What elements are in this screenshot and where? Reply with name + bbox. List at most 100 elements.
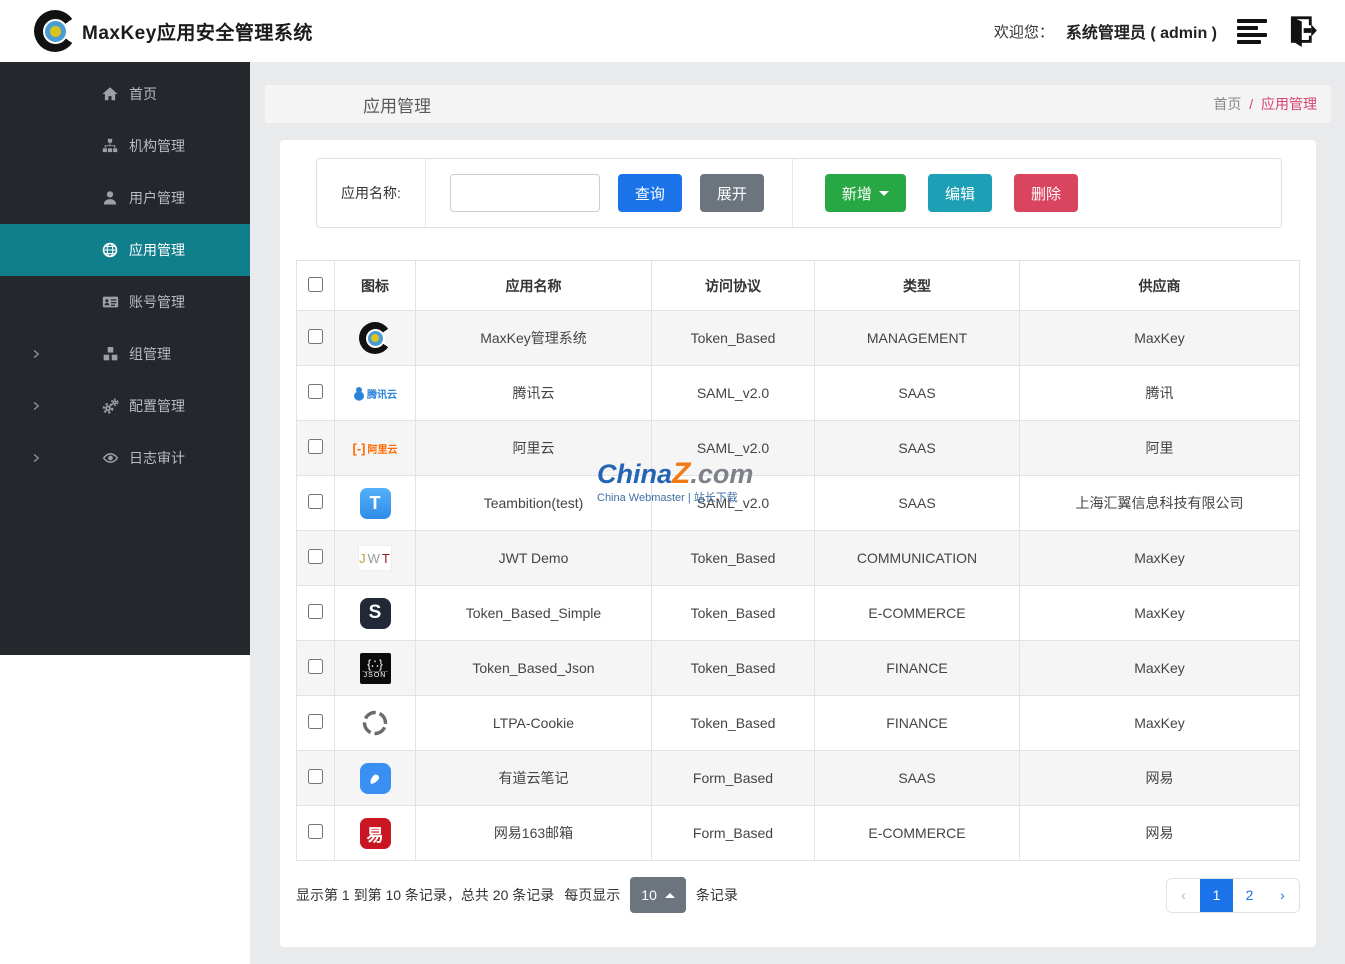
app-name: LTPA-Cookie <box>416 696 652 751</box>
app-protocol: Form_Based <box>652 751 815 806</box>
edit-button[interactable]: 编辑 <box>928 174 992 212</box>
brand: MaxKey应用安全管理系统 <box>34 10 313 52</box>
app-vendor: 阿里 <box>1020 421 1300 476</box>
app-name: Teambition(test) <box>416 476 652 531</box>
sidebar-item-label: 组管理 <box>129 344 171 364</box>
pagination-next[interactable]: › <box>1266 879 1299 912</box>
sidebar-item-config[interactable]: 配置管理 <box>0 380 250 432</box>
per-page-dropdown[interactable]: 10 <box>630 877 686 913</box>
table-row[interactable]: {∴}JSON Token_Based_Json Token_Based FIN… <box>297 641 1300 696</box>
app-vendor: 网易 <box>1020 806 1300 861</box>
table-row[interactable]: JWT JWT Demo Token_Based COMMUNICATION M… <box>297 531 1300 586</box>
sidebar-item-apps[interactable]: 应用管理 <box>0 224 250 276</box>
menu-list-icon[interactable] <box>1237 19 1267 44</box>
app-protocol: SAML_v2.0 <box>652 366 815 421</box>
table-row[interactable]: 腾讯云 腾讯云 SAML_v2.0 SAAS 腾讯 <box>297 366 1300 421</box>
expand-button[interactable]: 展开 <box>700 174 764 212</box>
add-button[interactable]: 新增 <box>825 174 906 212</box>
row-checkbox[interactable] <box>308 659 323 674</box>
breadcrumb-current: 应用管理 <box>1261 96 1317 112</box>
pagination-page-1[interactable]: 1 <box>1200 879 1233 912</box>
app-vendor: 腾讯 <box>1020 366 1300 421</box>
pagination: ‹ 1 2 › <box>1166 878 1300 913</box>
jwt-logo-icon: JWT <box>358 545 392 571</box>
table-row[interactable]: 易 网易163邮箱 Form_Based E-COMMERCE 网易 <box>297 806 1300 861</box>
sidebar-item-audit[interactable]: 日志审计 <box>0 432 250 484</box>
sidebar: 首页 机构管理 用户管理 <box>0 62 250 655</box>
sidebar-item-org[interactable]: 机构管理 <box>0 120 250 172</box>
ltpa-target-logo-icon <box>360 708 390 738</box>
app-name: Token_Based_Simple <box>416 586 652 641</box>
row-checkbox[interactable] <box>308 714 323 729</box>
app-type: SAAS <box>815 421 1020 476</box>
table-row[interactable]: 有道云笔记 Form_Based SAAS 网易 <box>297 751 1300 806</box>
table-row[interactable]: LTPA-Cookie Token_Based FINANCE MaxKey <box>297 696 1300 751</box>
app-vendor: 上海汇翼信息科技有限公司 <box>1020 476 1300 531</box>
sidebar-item-label: 配置管理 <box>129 396 185 416</box>
row-checkbox[interactable] <box>308 824 323 839</box>
row-checkbox[interactable] <box>308 549 323 564</box>
globe-icon <box>100 240 120 260</box>
caret-down-icon <box>879 191 889 196</box>
app-type: SAAS <box>815 751 1020 806</box>
json-logo-icon: {∴}JSON <box>360 653 391 684</box>
table-footer: 显示第 1 到第 10 条记录，总共 20 条记录 每页显示 10 条记录 ‹ … <box>296 877 1300 913</box>
delete-button[interactable]: 删除 <box>1014 174 1078 212</box>
caret-up-icon <box>665 893 675 898</box>
chevron-right-icon <box>30 400 42 412</box>
col-vendor: 供应商 <box>1020 261 1300 311</box>
row-checkbox[interactable] <box>308 494 323 509</box>
breadcrumb-home-link[interactable]: 首页 <box>1213 96 1241 112</box>
app-protocol: Token_Based <box>652 586 815 641</box>
breadcrumb-separator: / <box>1249 96 1253 112</box>
app-vendor: MaxKey <box>1020 696 1300 751</box>
app-protocol: Token_Based <box>652 311 815 366</box>
apps-table: 图标 应用名称 访问协议 类型 供应商 MaxKey管理系统 Token_Bas… <box>296 260 1300 861</box>
gears-icon <box>100 396 120 416</box>
aliyun-logo-icon: [-]阿里云 <box>353 441 398 456</box>
sidebar-item-accounts[interactable]: 账号管理 <box>0 276 250 328</box>
content-card: 应用名称: 查询 展开 新增 <box>280 140 1316 947</box>
sidebar-item-home[interactable]: 首页 <box>0 68 250 120</box>
s-dark-logo-icon: S <box>360 598 391 629</box>
row-checkbox[interactable] <box>308 329 323 344</box>
app-name: Token_Based_Json <box>416 641 652 696</box>
logout-icon[interactable] <box>1279 14 1317 48</box>
select-all-checkbox[interactable] <box>308 277 323 292</box>
app-name: 阿里云 <box>416 421 652 476</box>
app-vendor: MaxKey <box>1020 586 1300 641</box>
sidebar-item-label: 账号管理 <box>129 292 185 312</box>
home-icon <box>100 84 120 104</box>
sidebar-item-users[interactable]: 用户管理 <box>0 172 250 224</box>
query-button[interactable]: 查询 <box>618 174 682 212</box>
page-title: 应用管理 <box>363 92 431 117</box>
row-checkbox[interactable] <box>308 384 323 399</box>
app-name-label: 应用名称: <box>341 183 401 203</box>
row-checkbox[interactable] <box>308 439 323 454</box>
app-vendor: MaxKey <box>1020 641 1300 696</box>
breadcrumb: 首页 / 应用管理 <box>1213 94 1317 114</box>
app-name: MaxKey管理系统 <box>416 311 652 366</box>
pagination-page-2[interactable]: 2 <box>1233 879 1266 912</box>
table-row[interactable]: S Token_Based_Simple Token_Based E-COMME… <box>297 586 1300 641</box>
app-type: FINANCE <box>815 696 1020 751</box>
table-row[interactable]: [-]阿里云 阿里云 SAML_v2.0 SAAS 阿里 <box>297 421 1300 476</box>
welcome-label: 欢迎您： <box>994 21 1054 42</box>
app-type: SAAS <box>815 366 1020 421</box>
per-page-label: 每页显示 <box>564 885 620 905</box>
pagination-prev[interactable]: ‹ <box>1167 879 1200 912</box>
app-protocol: SAML_v2.0 <box>652 421 815 476</box>
app-name-input[interactable] <box>450 174 600 212</box>
app-root: MaxKey应用安全管理系统 欢迎您： 系统管理员 ( admin ) <box>0 0 1345 964</box>
id-card-icon <box>100 292 120 312</box>
app-protocol: Token_Based <box>652 696 815 751</box>
table-row[interactable]: MaxKey管理系统 Token_Based MANAGEMENT MaxKey <box>297 311 1300 366</box>
row-checkbox[interactable] <box>308 769 323 784</box>
table-row[interactable]: T Teambition(test) SAML_v2.0 SAAS 上海汇翼信息… <box>297 476 1300 531</box>
netease-163-logo-icon: 易 <box>360 818 391 849</box>
page-header: 应用管理 首页 / 应用管理 <box>265 85 1331 123</box>
row-checkbox[interactable] <box>308 604 323 619</box>
teambition-logo-icon: T <box>360 488 391 519</box>
sidebar-item-groups[interactable]: 组管理 <box>0 328 250 380</box>
sidebar-item-label: 首页 <box>129 84 157 104</box>
